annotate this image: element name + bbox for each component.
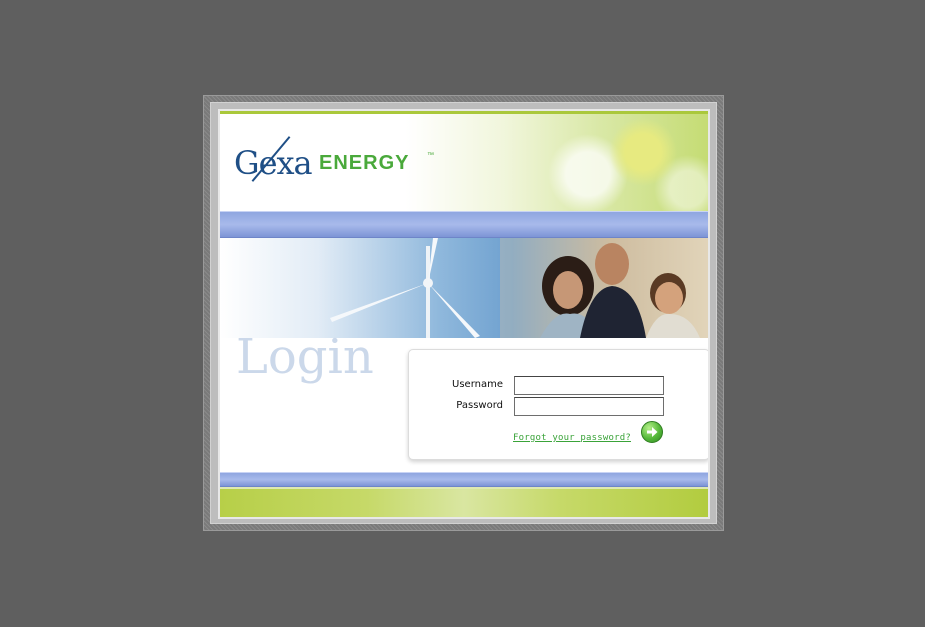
login-panel: Gexa Energy ™	[218, 109, 710, 519]
password-input[interactable]	[514, 397, 664, 416]
login-window-inner-frame: Gexa Energy ™	[210, 102, 717, 524]
logo-gexa-text: Gexa	[234, 144, 313, 182]
sunflower-leaf-graphic	[548, 114, 708, 211]
logo-energy-text: Energy	[319, 152, 410, 174]
forgot-password-link[interactable]: Forgot your password?	[513, 433, 631, 443]
family-photo	[500, 238, 708, 338]
password-row: Password	[409, 397, 708, 417]
bottom-blue-band	[220, 472, 708, 487]
login-heading: Login	[236, 329, 374, 385]
wind-turbine-image	[330, 238, 480, 338]
logo-trademark: ™	[427, 152, 434, 159]
password-label: Password	[456, 400, 503, 411]
username-input[interactable]	[514, 376, 664, 395]
header-banner: Gexa Energy ™	[220, 111, 708, 211]
top-blue-band	[220, 211, 708, 238]
footer-banner	[220, 487, 708, 517]
login-window-frame: Gexa Energy ™	[203, 95, 724, 531]
photo-banner	[220, 238, 708, 338]
login-form: Username Password Forgot your password?	[408, 349, 708, 460]
gexa-energy-logo: Gexa Energy ™	[232, 130, 442, 190]
username-label: Username	[452, 379, 503, 390]
login-submit-button[interactable]	[641, 421, 663, 443]
username-row: Username	[409, 376, 708, 396]
arrow-right-icon	[647, 427, 658, 437]
